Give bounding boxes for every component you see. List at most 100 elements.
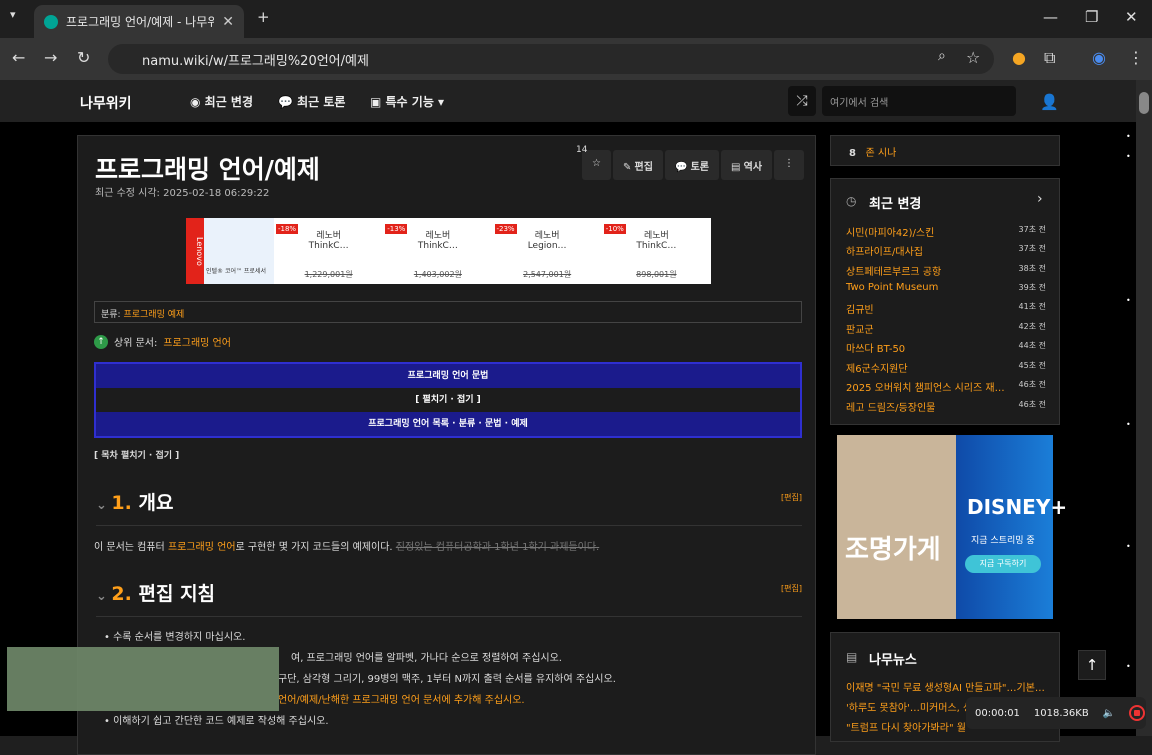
ad-item[interactable]: -18% 레노버 ThinkC… 1,229,001원	[274, 218, 383, 284]
forward-icon[interactable]: →	[44, 48, 57, 67]
toc-toggle[interactable]: [ 목차 펼치기 · 접기 ]	[94, 448, 179, 461]
recent-item[interactable]: 판교군 42초 전	[846, 321, 1046, 336]
recorder-time: 00:00:01	[975, 707, 1020, 719]
disney-logo: DISNEY+	[967, 495, 1068, 519]
category-link[interactable]: 프로그래밍 예제	[123, 310, 184, 320]
news-item[interactable]: 이재명 "국민 무료 생성형AI 만들고파"…기본…	[846, 679, 1046, 694]
scrollbar-thumb[interactable]	[1139, 92, 1149, 114]
list-item: • 수록 순서를 변경하지 마십시오.	[104, 632, 246, 643]
ad-item[interactable]: -13% 레노버 ThinkC… 1,403,002원	[383, 218, 492, 284]
user-icon[interactable]: 👤	[1040, 93, 1059, 111]
site-header: 나무위키 ◉ 최근 변경 💬 최근 토론 ▣ 특수 기능 ▾ ⤮ 여기에서 검색…	[0, 80, 1136, 122]
browser-menu-icon[interactable]: ⋮	[1128, 48, 1144, 67]
recent-item[interactable]: 상트페테르부르크 공항 38초 전	[846, 263, 1046, 278]
dot-decoration: •	[1126, 420, 1131, 429]
up-arrow-icon: ↑	[94, 334, 108, 349]
close-window-icon[interactable]: ✕	[1125, 8, 1138, 26]
url-text: namu.wiki/w/프로그래밍%20언어/예제	[142, 53, 369, 69]
recent-changes-widget: ◷ 최근 변경 › 시민(마피아42)/스킨 37초 전 하프라이프/대사집 37초…	[830, 178, 1060, 425]
recent-item[interactable]: 김규빈 41초 전	[846, 301, 1046, 316]
lenovo-logo: Lenovo	[186, 218, 204, 284]
recent-changes-title: 최근 변경	[869, 197, 922, 212]
maximize-icon[interactable]: ❐	[1085, 8, 1098, 26]
extension-icon[interactable]: ●	[1012, 48, 1026, 67]
nav-special-features[interactable]: ▣ 특수 기능 ▾	[370, 93, 444, 110]
ad-item[interactable]: -23% 레노버 Legion… 2,547,001원	[493, 218, 602, 284]
navbox-title[interactable]: 프로그래밍 언어 문법	[96, 364, 800, 388]
parent-document: ↑ 상위 문서: 프로그래밍 언어	[94, 334, 231, 349]
list-item: 언어/예제/난해한 프로그래밍 언어 문서에 추가해 주십시오.	[278, 695, 525, 706]
new-tab-icon[interactable]: +	[257, 8, 270, 26]
bookmark-star-icon[interactable]: ☆	[966, 48, 980, 67]
chevron-right-icon[interactable]: ›	[1037, 191, 1043, 207]
nav-recent-changes[interactable]: ◉ 최근 변경	[190, 93, 253, 110]
history-button[interactable]: ▤ 역사	[720, 150, 773, 180]
subscribe-button[interactable]: 지금 구독하기	[965, 555, 1041, 573]
back-icon[interactable]: ←	[12, 48, 25, 67]
parent-link[interactable]: 프로그래밍 언어	[163, 334, 231, 349]
search-input[interactable]: 여기에서 검색	[822, 86, 1016, 116]
last-modified: 최근 수정 시각: 2025-02-18 06:29:22	[95, 188, 270, 199]
dot-decoration: •	[1126, 152, 1131, 161]
tab-title: 프로그래밍 언어/예제 - 나무위키	[66, 15, 215, 29]
dot-decoration: •	[1126, 296, 1131, 305]
recent-item[interactable]: 레고 드림즈/등장인물 46초 전	[846, 399, 1046, 414]
volume-icon[interactable]: 🔈	[1103, 708, 1115, 719]
page-content: 프로그래밍 언어/예제 최근 수정 시각: 2025-02-18 06:29:2…	[0, 122, 1136, 755]
site-logo[interactable]: 나무위키	[80, 93, 132, 113]
profile-icon[interactable]: ◉	[1092, 48, 1106, 67]
discuss-button[interactable]: 💬 토론	[664, 150, 719, 180]
star-count: 14	[576, 145, 588, 155]
browser-tab[interactable]: 프로그래밍 언어/예제 - 나무위키 ✕	[34, 5, 244, 38]
intro-paragraph: 이 문서는 컴퓨터 프로그래밍 언어로 구현한 몇 가지 코드들의 예제이다. …	[94, 542, 600, 553]
scroll-top-button[interactable]: ↑	[1078, 650, 1106, 680]
news-icon: ▤	[846, 650, 858, 664]
page-scrollbar[interactable]	[1136, 80, 1152, 736]
zoom-icon[interactable]: ⌕	[938, 48, 946, 64]
ad-item[interactable]: -10% 레노버 ThinkC… 898,001원	[602, 218, 711, 284]
nav-recent-discussions[interactable]: 💬 최근 토론	[278, 93, 345, 110]
edit-button[interactable]: ✎ 편집	[612, 150, 663, 180]
recent-item[interactable]: 시민(마피아42)/스킨 37초 전	[846, 224, 1046, 239]
section-edit-link[interactable]: [편집]	[781, 583, 802, 594]
ad-subtitle: 지금 스트리밍 중	[971, 536, 1035, 546]
category-box: 분류: 프로그래밍 예제	[94, 301, 802, 323]
article-tools: 14 ☆ ✎ 편집 💬 토론 ▤ 역사 ⋮	[576, 145, 805, 180]
recorder-size: 1018.36KB	[1033, 707, 1089, 719]
close-tab-icon[interactable]: ✕	[222, 14, 234, 30]
dot-decoration: •	[1126, 542, 1131, 551]
trending-rank[interactable]: 8 존 시나	[830, 135, 1060, 166]
lenovo-ad-banner[interactable]: Lenovo 인텔® 코어™ 프로세서 -18% 레노버 ThinkC… 1,229,…	[186, 218, 711, 284]
recent-item[interactable]: 2025 오버워치 챔피언스 시리즈 재… 46초 전	[846, 379, 1046, 394]
section-edit-link[interactable]: [편집]	[781, 492, 802, 503]
list-item: 여, 프로그래밍 언어를 알파벳, 가나다 순으로 정렬하여 주십시오.	[291, 653, 562, 664]
dot-decoration: •	[1126, 662, 1131, 671]
recent-item[interactable]: 마쓰다 BT-50 44초 전	[846, 340, 1046, 355]
video-overlay-panel	[7, 647, 279, 711]
recent-item[interactable]: Two Point Museum 39초 전	[846, 282, 1046, 293]
more-menu-button[interactable]: ⋮	[774, 150, 805, 180]
minimize-icon[interactable]: —	[1043, 8, 1058, 26]
programming-language-link[interactable]: 프로그래밍 언어	[168, 542, 236, 553]
random-page-button[interactable]: ⤮	[788, 86, 816, 116]
recent-item[interactable]: 하프라이프/대사집 37초 전	[846, 243, 1046, 258]
recent-item[interactable]: 제6군수지원단 45초 전	[846, 360, 1046, 375]
stop-record-icon[interactable]	[1129, 705, 1146, 721]
page-title: 프로그래밍 언어/예제	[95, 155, 320, 184]
extensions-puzzle-icon[interactable]: ⧉	[1044, 48, 1055, 68]
dot-decoration: •	[1126, 132, 1131, 141]
section-overview[interactable]: ⌄ 1. 개요 [편집]	[96, 488, 802, 526]
news-title: 나무뉴스	[869, 653, 917, 668]
navbox-toggle[interactable]: [ 펼치기 · 접기 ]	[96, 388, 800, 412]
browser-toolbar: ← → ↻ namu.wiki/w/프로그래밍%20언어/예제 ⌕ ☆ ● ⧉ …	[0, 38, 1152, 80]
navbox-links[interactable]: 프로그래밍 언어 목록 · 분류 · 문법 · 예제	[96, 412, 800, 436]
reload-icon[interactable]: ↻	[77, 48, 90, 67]
disney-ad[interactable]: 조명가게 DISNEY+ 지금 스트리밍 중 지금 구독하기	[837, 435, 1067, 619]
section-guidelines[interactable]: ⌄ 2. 편집 지침 [편집]	[96, 579, 802, 617]
cpu-caption: 인텔® 코어™ 프로세서	[204, 218, 274, 284]
tab-search-icon[interactable]: ▾	[10, 8, 16, 21]
address-bar[interactable]: namu.wiki/w/프로그래밍%20언어/예제	[108, 44, 994, 74]
browser-tab-bar: ▾ 프로그래밍 언어/예제 - 나무위키 ✕ + — ❐ ✕	[0, 0, 1152, 38]
list-item: 구단, 삼각형 그리기, 99병의 맥주, 1부터 N까지 출력 순서를 유지하…	[278, 674, 616, 685]
navbox: 프로그래밍 언어 문법 [ 펼치기 · 접기 ] 프로그래밍 언어 목록 · 분…	[94, 362, 802, 438]
